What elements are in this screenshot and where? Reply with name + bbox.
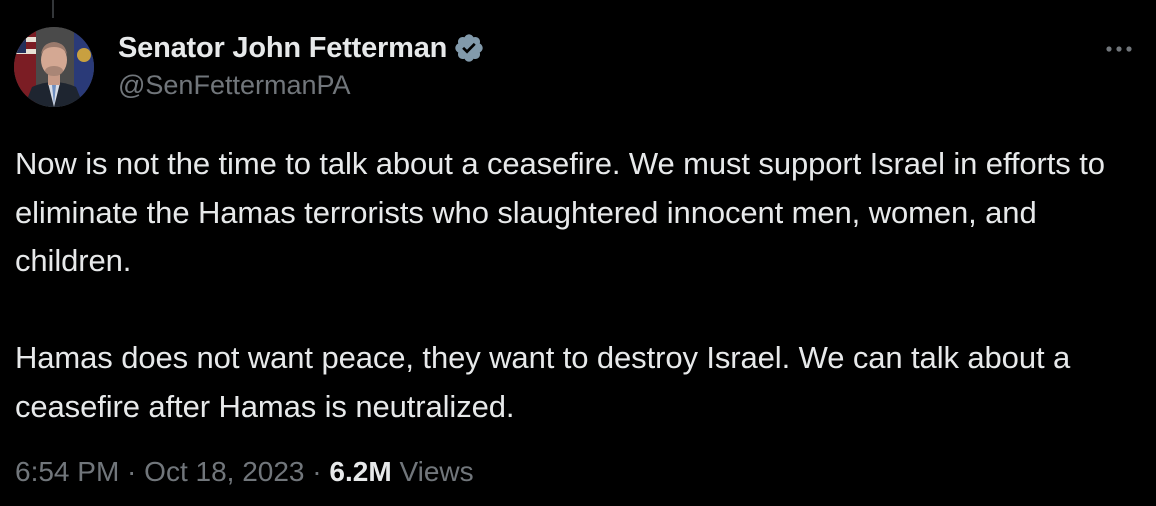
tweet-header: Senator John Fetterman @SenFettermanPA <box>118 28 1136 101</box>
author-display-name[interactable]: Senator John Fetterman <box>118 32 447 65</box>
more-options-icon[interactable] <box>1104 42 1134 54</box>
author-handle[interactable]: @SenFettermanPA <box>118 70 1136 101</box>
tweet-time[interactable]: 6:54 PM <box>15 456 119 487</box>
tweet-text: Now is not the time to talk about a ceas… <box>15 140 1140 431</box>
tweet-paragraph: Now is not the time to talk about a ceas… <box>15 146 1105 278</box>
tweet-metadata: 6:54 PM · Oct 18, 2023 · 6.2M Views <box>15 456 474 488</box>
avatar[interactable] <box>14 27 94 107</box>
author-name-row: Senator John Fetterman <box>118 28 1136 68</box>
avatar-photo <box>14 27 94 107</box>
tweet-paragraph: Hamas does not want peace, they want to … <box>15 340 1071 424</box>
tweet-date[interactable]: Oct 18, 2023 <box>144 456 304 487</box>
views-count: 6.2M <box>329 456 392 487</box>
thread-connector-line <box>52 0 54 18</box>
meta-separator: · <box>119 456 145 487</box>
meta-separator: · <box>304 456 330 487</box>
verified-badge-icon[interactable] <box>453 32 485 64</box>
views-label: Views <box>399 456 474 487</box>
